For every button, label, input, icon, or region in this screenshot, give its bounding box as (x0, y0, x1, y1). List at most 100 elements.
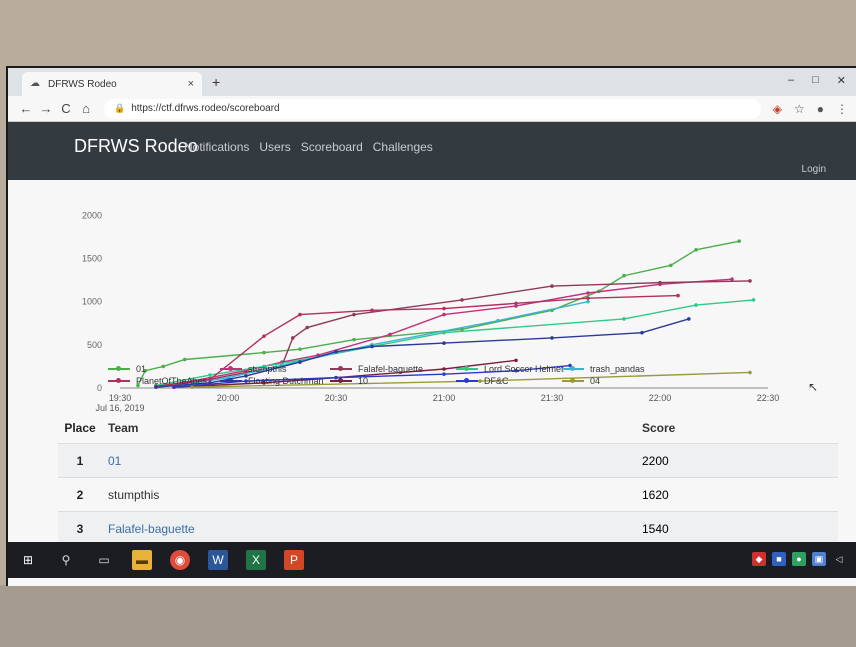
data-point (622, 317, 626, 321)
data-point (737, 239, 741, 243)
team-link[interactable]: stumpthis (108, 488, 159, 502)
shield-icon[interactable]: ◆ (752, 552, 766, 566)
data-point (291, 336, 295, 340)
file-explorer-icon[interactable]: ▬ (132, 550, 152, 570)
nav-notifications[interactable]: Notifications (184, 140, 249, 154)
legend-item: 10 (330, 376, 368, 386)
back-button[interactable]: ← (16, 101, 36, 116)
url-field[interactable]: 🔒 https://ctf.dfrws.rodeo/scoreboard (104, 98, 761, 119)
browser-tab[interactable]: ☁ DFRWS Rodeo × (22, 72, 202, 96)
forward-button[interactable]: → (36, 101, 56, 116)
row-team: 01 (102, 454, 642, 468)
data-point (208, 373, 212, 377)
new-tab-button[interactable]: + (212, 74, 220, 90)
data-point (586, 291, 590, 295)
maximize-button[interactable]: □ (812, 74, 819, 87)
powerpoint-icon[interactable]: P (284, 550, 304, 570)
team-link[interactable]: 01 (108, 454, 121, 468)
data-point (262, 350, 266, 355)
data-point (669, 263, 673, 268)
data-point (352, 312, 356, 317)
table-header: Place Team Score (58, 413, 838, 443)
chrome-icon[interactable]: ◉ (170, 550, 190, 570)
legend-swatch (456, 378, 478, 383)
minimize-button[interactable]: – (788, 74, 794, 87)
nav-challenges[interactable]: Challenges (373, 140, 433, 154)
data-point (730, 277, 734, 281)
table-row: 3 Falafel-baguette 1540 (58, 511, 838, 545)
data-point (298, 360, 302, 364)
x-tick-label: 22:00 (649, 393, 672, 403)
data-point (388, 332, 392, 337)
legend-item: Falafel-baguette (330, 364, 423, 374)
nav-links: Notifications Users Scoreboard Challenge… (184, 140, 433, 154)
legend-label: trash_pandas (590, 364, 645, 374)
y-tick-label: 1500 (82, 253, 102, 263)
data-point (694, 303, 698, 307)
profile-icon[interactable]: ● (817, 102, 824, 116)
legend-item: Lord Soccer Helmet (456, 364, 564, 374)
data-point (183, 357, 187, 362)
y-tick-label: 1000 (82, 297, 102, 307)
legend-label: PlanetOfTheAbes (136, 376, 208, 386)
header-score: Score (642, 421, 676, 435)
tab-close-button[interactable]: × (188, 78, 194, 90)
data-point (748, 279, 752, 283)
legend-label: 01 (136, 364, 147, 374)
score-chart-svg: 0 500 1000 1500 2000 19:30Jul 16, 2019 20:00 20… (82, 210, 780, 413)
legend-item: 04 (562, 376, 600, 386)
word-icon[interactable]: W (208, 550, 228, 570)
team-link[interactable]: Falafel-baguette (108, 522, 195, 536)
windows-icon[interactable]: ⊞ (18, 550, 38, 570)
nav-scoreboard[interactable]: Scoreboard (301, 140, 363, 154)
data-point (442, 367, 446, 371)
extension-icon[interactable]: ◈ (773, 102, 782, 116)
data-point (514, 301, 518, 306)
close-window-button[interactable]: ✕ (837, 74, 846, 87)
app-icon[interactable]: ■ (772, 552, 786, 566)
legend-swatch (108, 378, 130, 383)
y-tick-label: 500 (87, 340, 102, 350)
legend-item: 01 (108, 364, 146, 374)
legend-swatch (562, 378, 584, 383)
bookmark-star-icon[interactable]: ☆ (794, 102, 805, 116)
legend-swatch (108, 366, 130, 371)
volume-icon[interactable]: ◁ (832, 552, 846, 566)
nav-users[interactable]: Users (259, 140, 290, 154)
login-link[interactable]: Login (802, 164, 826, 175)
legend-item: stumpthis (220, 364, 287, 374)
system-tray: ◆ ■ ● ▣ ◁ (752, 552, 846, 566)
legend-item: Floating Dutchman (220, 376, 324, 386)
display-icon[interactable]: ▣ (812, 552, 826, 566)
data-point (298, 347, 302, 351)
reload-button[interactable]: C (56, 101, 76, 116)
monitor: ☁ DFRWS Rodeo × + – □ ✕ ← → C ⌂ 🔒 https:… (6, 66, 856, 586)
data-point (442, 341, 446, 345)
row-place: 3 (76, 521, 84, 536)
home-button[interactable]: ⌂ (76, 101, 96, 116)
data-point (370, 344, 374, 349)
data-point (298, 312, 302, 317)
data-point (352, 337, 356, 342)
x-tick-label: 22:30 (757, 393, 780, 403)
legend-item: PlanetOfTheAbes (108, 376, 207, 386)
data-point (550, 336, 554, 340)
data-point (161, 364, 165, 369)
window-controls: – □ ✕ (788, 74, 846, 87)
x-tick-label: 20:00 (217, 393, 240, 403)
data-point (208, 377, 212, 382)
network-icon[interactable]: ● (792, 552, 806, 566)
site-brand[interactable]: DFRWS Rodeo (74, 136, 198, 157)
menu-kebab-icon[interactable]: ⋮ (836, 102, 848, 116)
row-score: 1540 (642, 521, 669, 536)
header-team: Team (108, 421, 139, 435)
data-point (262, 334, 266, 338)
excel-icon[interactable]: X (246, 550, 266, 570)
legend-label: 10 (358, 376, 369, 386)
legend-label: 04 (590, 376, 601, 386)
x-tick-label: 20:30 (325, 393, 348, 403)
search-icon[interactable]: ⚲ (56, 550, 76, 570)
task-view-icon[interactable]: ▭ (94, 550, 114, 570)
data-point (658, 280, 662, 285)
row-score: 1620 (642, 487, 669, 502)
